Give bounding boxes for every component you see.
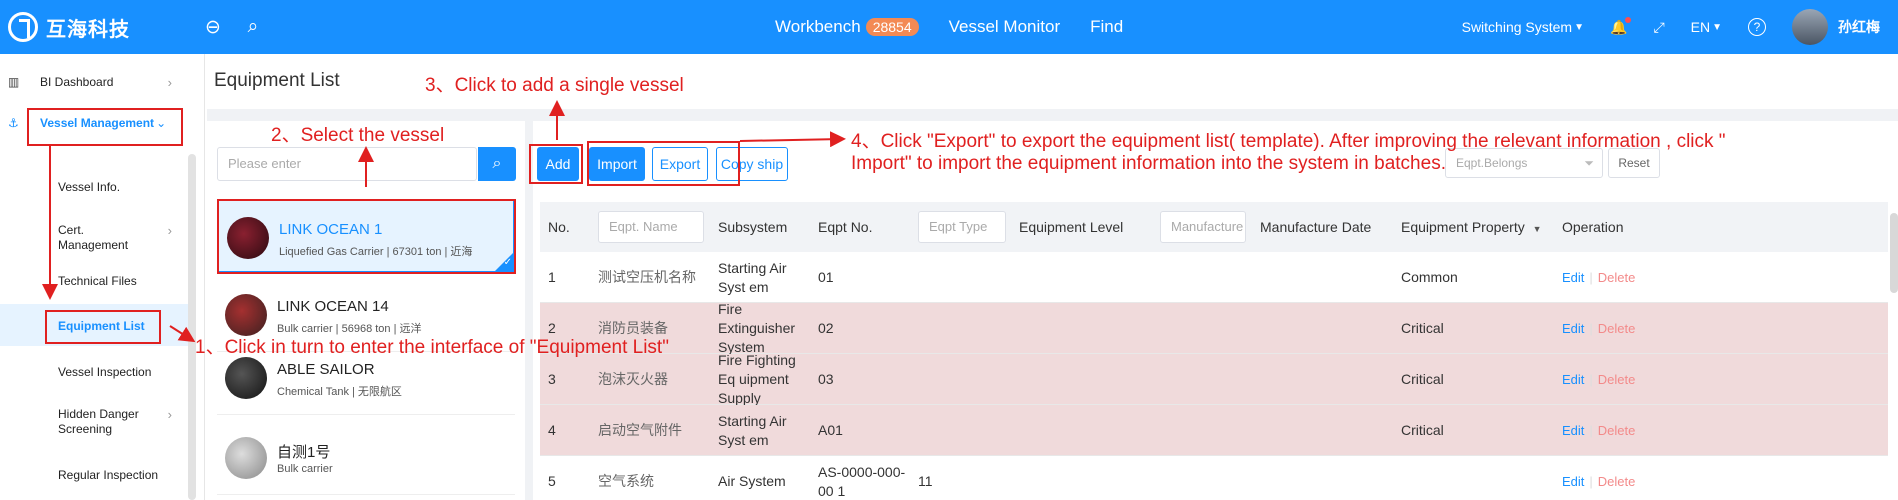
annotation-step-4-line2: Import" to import the equipment informat… <box>851 153 1446 174</box>
annotation-arrows <box>42 100 846 343</box>
annotation-step-3: 3、Click to add a single vessel <box>425 75 684 96</box>
annotation-step-2: 2、Select the vessel <box>271 125 445 146</box>
annotation-step-4-line1: 4、Click "Export" to export the equipment… <box>851 131 1726 152</box>
annotation-step-1: 1、Click in turn to enter the interface o… <box>195 337 669 358</box>
